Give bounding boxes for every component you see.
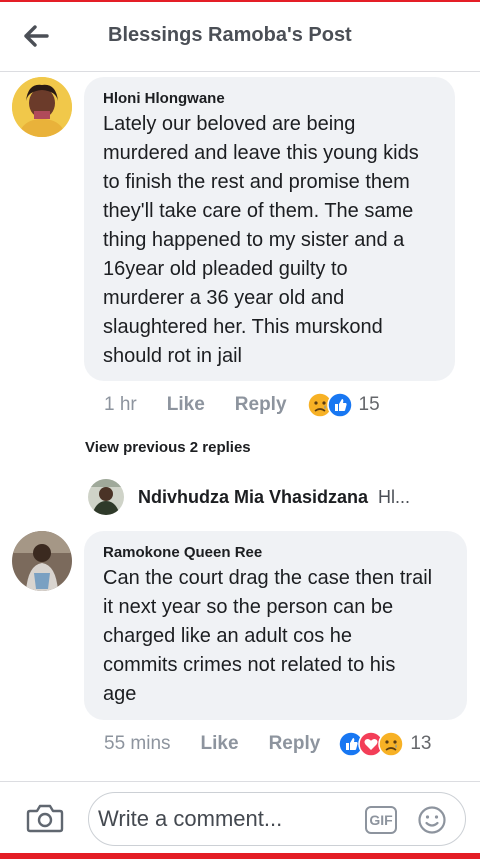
reaction-count: 13 [410,733,432,754]
comment-line: murdered and leave this young kids [103,142,419,164]
reactions-summary[interactable]: 13 [338,731,431,757]
reaction-count: 15 [358,394,380,415]
comment-composer: GIF [0,781,480,853]
comment-line: murderer a 36 year old and [103,287,345,309]
post-header: Blessings Ramoba's Post [0,2,480,72]
comment-bubble: Hloni Hlongwane Lately our beloved are b… [84,77,455,381]
like-button[interactable]: Like [201,733,239,755]
profile-photo-icon [88,479,124,515]
back-button[interactable] [18,18,54,54]
like-button[interactable]: Like [167,394,205,416]
comment-line: to finish the rest and promise them [103,171,410,193]
reply-preview[interactable]: Ndivhudza Mia Vhasidzana Hl... [88,478,468,516]
profile-photo-icon [12,77,72,137]
comment-input[interactable] [98,804,348,834]
comment-time[interactable]: 55 mins [104,733,171,755]
comment-line: 16year old pleaded guilty to [103,258,348,280]
emoji-icon [418,806,446,834]
comment-line: Lately our beloved are being [103,113,356,135]
comment-line: thing happened to my sister and a [103,229,405,251]
profile-photo-icon [12,531,72,591]
comment-text: Lately our beloved are being murdered an… [103,110,419,371]
view-previous-replies-link[interactable]: View previous 2 replies [85,439,251,456]
page-title: Blessings Ramoba's Post [108,24,352,46]
avatar[interactable] [12,531,72,591]
comment-text: Can the court drag the case then trail i… [103,564,432,709]
comment-line: it next year so the person can be [103,596,394,618]
avatar[interactable] [12,77,72,137]
comment-line: commits crimes not related to his [103,654,396,676]
comment-line: should rot in jail [103,345,242,367]
sad-reaction-icon [378,731,405,757]
bottom-accent-bar [0,853,480,859]
emoji-button[interactable] [417,805,447,835]
gif-button[interactable]: GIF [365,806,397,834]
comment-author[interactable]: Ramokone Queen Ree [103,544,262,561]
comment-actions: 55 mins Like Reply 13 [104,731,464,757]
reactions-summary[interactable]: 15 [306,392,380,418]
reply-author: Ndivhudza Mia Vhasidzana [138,486,369,507]
comment-bubble: Ramokone Queen Ree Can the court drag th… [84,531,467,720]
camera-icon [26,804,64,833]
camera-button[interactable] [26,802,66,836]
comment-line: Can the court drag the case then trail [103,567,433,589]
comment-line: they'll take care of them. The same [103,200,414,222]
comment-line: age [103,683,137,705]
reply-button[interactable]: Reply [235,394,287,416]
comment-actions: 1 hr Like Reply 15 [104,392,434,418]
back-arrow-icon [24,25,49,47]
comment-time[interactable]: 1 hr [104,394,137,416]
reply-snippet: Hl... [378,486,411,507]
like-reaction-icon [326,392,353,418]
avatar[interactable] [88,479,124,515]
comment-line: charged like an adult cos he [103,625,353,647]
comment-input-box[interactable]: GIF [88,792,466,846]
comment-author[interactable]: Hloni Hlongwane [103,90,225,107]
reply-button[interactable]: Reply [269,733,321,755]
comment-line: slaughtered her. This murskond [103,316,383,338]
